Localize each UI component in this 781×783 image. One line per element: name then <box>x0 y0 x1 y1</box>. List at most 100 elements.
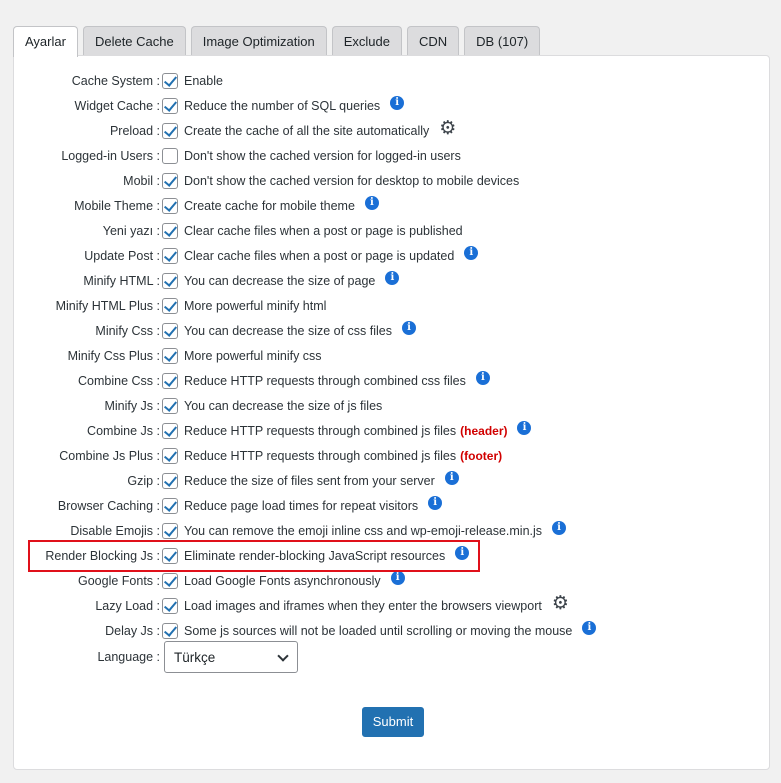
setting-description: Reduce HTTP requests through combined cs… <box>184 374 466 388</box>
checkbox-lazy-load[interactable] <box>162 598 178 614</box>
checkbox-update-post[interactable] <box>162 248 178 264</box>
setting-note: (header) <box>460 424 508 438</box>
setting-row-yeni-yazi: Yeni yazı : Clear cache files when a post… <box>14 220 463 242</box>
info-icon[interactable]: i <box>428 496 443 510</box>
language-row: Language : Türkçe <box>14 641 298 673</box>
checkbox-minify-html-plus[interactable] <box>162 298 178 314</box>
setting-description: Enable <box>184 74 223 88</box>
info-icon[interactable]: i <box>552 521 567 535</box>
setting-description: Don't show the cached version for deskto… <box>184 174 520 188</box>
checkbox-delay-js[interactable] <box>162 623 178 639</box>
setting-row-minify-html: Minify HTML : You can decrease the size o… <box>14 270 400 292</box>
setting-row-combine-js: Combine Js : Reduce HTTP requests through… <box>14 420 532 442</box>
setting-label: Minify Css Plus : <box>67 349 160 363</box>
setting-description: Reduce the size of files sent from your … <box>184 474 435 488</box>
setting-label: Delay Js : <box>105 624 160 638</box>
info-icon[interactable]: i <box>385 271 400 285</box>
info-icon[interactable]: i <box>364 196 379 210</box>
language-label: Language : <box>97 650 160 664</box>
checkbox-mobil[interactable] <box>162 173 178 189</box>
info-icon[interactable]: i <box>475 371 490 385</box>
checkbox-widget-cache[interactable] <box>162 98 178 114</box>
setting-label: Gzip : <box>127 474 160 488</box>
checkbox-render-blocking-js[interactable] <box>162 548 178 564</box>
checkbox-cache-system[interactable] <box>162 73 178 89</box>
tab-image-optimization[interactable]: Image Optimization <box>190 26 327 56</box>
setting-row-logged-in-users: Logged-in Users : Don't show the cached v… <box>14 145 461 167</box>
setting-label: Minify HTML : <box>83 274 160 288</box>
settings-panel: Cache System : Enable Widget Cache : Reduce… <box>13 55 770 770</box>
setting-description: You can decrease the size of page <box>184 274 376 288</box>
tab-exclude[interactable]: Exclude <box>331 26 402 56</box>
setting-row-mobil: Mobil : Don't show the cached version for… <box>14 170 519 192</box>
setting-label: Combine Js Plus : <box>59 449 160 463</box>
checkbox-logged-in-users[interactable] <box>162 148 178 164</box>
setting-description: Load images and iframes when they enter … <box>184 599 542 613</box>
setting-description: Reduce HTTP requests through combined js… <box>184 424 457 438</box>
setting-label: Logged-in Users : <box>61 149 160 163</box>
info-icon[interactable]: i <box>582 621 597 635</box>
gear-icon[interactable]: ⚙ <box>552 594 569 613</box>
checkbox-minify-js[interactable] <box>162 398 178 414</box>
checkbox-minify-css-plus[interactable] <box>162 348 178 364</box>
setting-label: Update Post : <box>84 249 160 263</box>
gear-icon[interactable]: ⚙ <box>439 119 456 138</box>
tab-delete-cache[interactable]: Delete Cache <box>82 26 186 56</box>
setting-row-preload: Preload : Create the cache of all the sit… <box>14 119 456 142</box>
info-icon[interactable]: i <box>390 96 405 110</box>
checkbox-yeni-yazi[interactable] <box>162 223 178 239</box>
setting-label: Widget Cache : <box>74 99 160 113</box>
setting-label: Disable Emojis : <box>70 524 160 538</box>
setting-row-update-post: Update Post : Clear cache files when a po… <box>14 245 479 267</box>
setting-label: Combine Css : <box>78 374 160 388</box>
setting-description: You can decrease the size of css files <box>184 324 392 338</box>
language-select[interactable]: Türkçe <box>164 641 298 673</box>
setting-row-gzip: Gzip : Reduce the size of files sent from… <box>14 470 459 492</box>
setting-description: Reduce the number of SQL queries <box>184 99 381 113</box>
checkbox-preload[interactable] <box>162 123 178 139</box>
setting-row-lazy-load: Lazy Load : Load images and iframes when … <box>14 594 569 617</box>
language-selected-value: Türkçe <box>174 649 216 665</box>
setting-description: Clear cache files when a post or page is… <box>184 249 455 263</box>
setting-description: You can decrease the size of js files <box>184 399 383 413</box>
checkbox-gzip[interactable] <box>162 473 178 489</box>
setting-label: Render Blocking Js : <box>45 549 160 563</box>
checkbox-combine-css[interactable] <box>162 373 178 389</box>
submit-button[interactable]: Submit <box>362 707 424 737</box>
info-icon[interactable]: i <box>402 321 416 335</box>
setting-description: Load Google Fonts asynchronously <box>184 574 381 588</box>
tab-cdn[interactable]: CDN <box>406 26 460 56</box>
setting-label: Google Fonts : <box>78 574 160 588</box>
checkbox-disable-emojis[interactable] <box>162 523 178 539</box>
checkbox-google-fonts[interactable] <box>162 573 178 589</box>
checkbox-minify-css[interactable] <box>162 323 178 339</box>
setting-label: Preload : <box>109 124 160 138</box>
tab-ayarlar[interactable]: Ayarlar <box>13 26 78 57</box>
setting-row-render-blocking-js: Render Blocking Js : Eliminate render-blo… <box>14 545 470 567</box>
info-icon[interactable]: i <box>464 246 479 260</box>
tab-bar: Ayarlar Delete Cache Image Optimization … <box>13 26 545 57</box>
info-icon[interactable]: i <box>517 421 532 435</box>
setting-row-minify-css-plus: Minify Css Plus : More powerful minify cs… <box>14 345 322 367</box>
setting-description: More powerful minify html <box>184 299 327 313</box>
setting-description: Eliminate render-blocking JavaScript res… <box>184 549 446 563</box>
checkbox-minify-html[interactable] <box>162 273 178 289</box>
tab-db[interactable]: DB (107) <box>464 26 541 56</box>
setting-row-mobile-theme: Mobile Theme : Create cache for mobile th… <box>14 195 379 217</box>
info-icon[interactable]: i <box>455 546 470 560</box>
setting-row-disable-emojis: Disable Emojis : You can remove the emoji… <box>14 520 567 542</box>
setting-row-combine-js-plus: Combine Js Plus : Reduce HTTP requests t… <box>14 445 502 467</box>
setting-description: More powerful minify css <box>184 349 322 363</box>
setting-label: Minify Js : <box>104 399 160 413</box>
info-icon[interactable]: i <box>444 471 459 485</box>
setting-row-minify-css: Minify Css : You can decrease the size of… <box>14 320 416 342</box>
checkbox-combine-js-plus[interactable] <box>162 448 178 464</box>
setting-label: Cache System : <box>71 74 160 88</box>
info-icon[interactable]: i <box>390 571 405 585</box>
setting-description: Reduce HTTP requests through combined js… <box>184 449 457 463</box>
setting-description: Create cache for mobile theme <box>184 199 355 213</box>
checkbox-combine-js[interactable] <box>162 423 178 439</box>
setting-description: Create the cache of all the site automat… <box>184 124 430 138</box>
checkbox-mobile-theme[interactable] <box>162 198 178 214</box>
checkbox-browser-caching[interactable] <box>162 498 178 514</box>
